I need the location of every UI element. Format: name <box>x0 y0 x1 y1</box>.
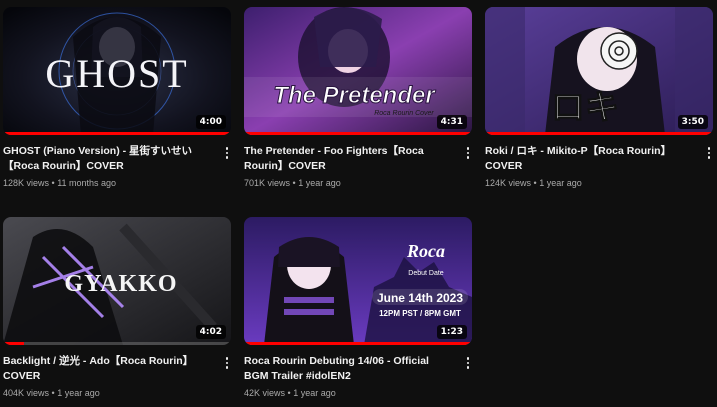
duration-badge: 4:00 <box>195 115 226 129</box>
video-stats: 128K views • 11 months ago <box>3 177 215 189</box>
view-count: 404K views <box>3 388 50 398</box>
watch-progress-track <box>244 132 472 135</box>
view-count: 701K views <box>244 178 291 188</box>
more-vertical-icon[interactable] <box>221 355 233 371</box>
more-vertical-icon[interactable] <box>703 145 715 161</box>
duration-badge: 3:50 <box>677 115 708 129</box>
watch-progress-fill <box>244 342 472 345</box>
duration-badge: 1:23 <box>436 325 467 339</box>
thumbnail-logo: Roca <box>406 241 445 261</box>
separator: • <box>290 178 299 188</box>
video-card: The Pretender Roca Rourin Cover 4:31 The… <box>244 7 476 189</box>
video-thumbnail[interactable]: Roca Debut Date June 14th 2023 12PM PST … <box>244 217 472 345</box>
view-count: 42K views <box>244 388 286 398</box>
upload-age: 1 year ago <box>57 388 100 398</box>
watch-progress-track <box>244 342 472 345</box>
video-title[interactable]: GHOST (Piano Version) - 星街すいせい【Roca Rour… <box>3 144 215 174</box>
more-vertical-icon[interactable] <box>462 355 474 371</box>
duration-badge: 4:31 <box>436 115 467 129</box>
video-stats: 42K views • 1 year ago <box>244 387 456 399</box>
more-vertical-icon[interactable] <box>221 145 233 161</box>
video-title[interactable]: Roca Rourin Debuting 14/06 - Official BG… <box>244 354 456 384</box>
view-count: 128K views <box>3 178 50 188</box>
video-stats: 404K views • 1 year ago <box>3 387 215 399</box>
video-card: GYAKKO 4:02 Backlight / 逆光 - Ado【Roca Ro… <box>3 217 235 399</box>
thumbnail-text: The Pretender <box>273 82 436 109</box>
watch-progress-fill <box>485 132 713 135</box>
video-title[interactable]: Backlight / 逆光 - Ado【Roca Rourin】COVER <box>3 354 215 384</box>
upload-age: 1 year ago <box>293 388 336 398</box>
upload-age: 11 months ago <box>57 178 117 188</box>
video-thumbnail[interactable]: GHOST 4:00 <box>3 7 231 135</box>
thumbnail-subtext: 12PM PST / 8PM GMT <box>379 309 461 318</box>
video-card: Roca Debut Date June 14th 2023 12PM PST … <box>244 217 476 399</box>
video-title[interactable]: Roki / ロキ - Mikito-P【Roca Rourin】COVER <box>485 144 697 174</box>
watch-progress-fill <box>3 342 24 345</box>
video-grid: GHOST 4:00 GHOST (Piano Version) - 星街すいせ… <box>0 0 717 407</box>
watch-progress-track <box>485 132 713 135</box>
more-vertical-icon[interactable] <box>462 145 474 161</box>
video-stats: 701K views • 1 year ago <box>244 177 456 189</box>
upload-age: 1 year ago <box>298 178 341 188</box>
video-card: ロキ 3:50 Roki / ロキ - Mikito-P【Roca Rourin… <box>485 7 717 189</box>
upload-age: 1 year ago <box>539 178 582 188</box>
video-title[interactable]: The Pretender - Foo Fighters【Roca Rourin… <box>244 144 456 174</box>
video-card: GHOST 4:00 GHOST (Piano Version) - 星街すいせ… <box>3 7 235 189</box>
duration-badge: 4:02 <box>195 325 226 339</box>
thumbnail-text: June 14th 2023 <box>377 291 463 305</box>
separator: • <box>531 178 540 188</box>
watch-progress-fill <box>244 132 472 135</box>
thumbnail-logo-sub: Debut Date <box>408 270 444 277</box>
separator: • <box>49 178 58 188</box>
watch-progress-track <box>3 132 231 135</box>
video-thumbnail[interactable]: The Pretender Roca Rourin Cover 4:31 <box>244 7 472 135</box>
thumbnail-text: GHOST <box>45 51 188 96</box>
view-count: 124K views <box>485 178 532 188</box>
separator: • <box>285 388 294 398</box>
separator: • <box>49 388 58 398</box>
video-thumbnail[interactable]: GYAKKO 4:02 <box>3 217 231 345</box>
watch-progress-fill <box>3 132 231 135</box>
video-thumbnail[interactable]: ロキ 3:50 <box>485 7 713 135</box>
watch-progress-track <box>3 342 231 345</box>
thumbnail-text: GYAKKO <box>64 271 177 297</box>
thumbnail-text: ロキ <box>551 88 619 128</box>
thumbnail-subtext: Roca Rourin Cover <box>374 110 434 117</box>
video-stats: 124K views • 1 year ago <box>485 177 697 189</box>
